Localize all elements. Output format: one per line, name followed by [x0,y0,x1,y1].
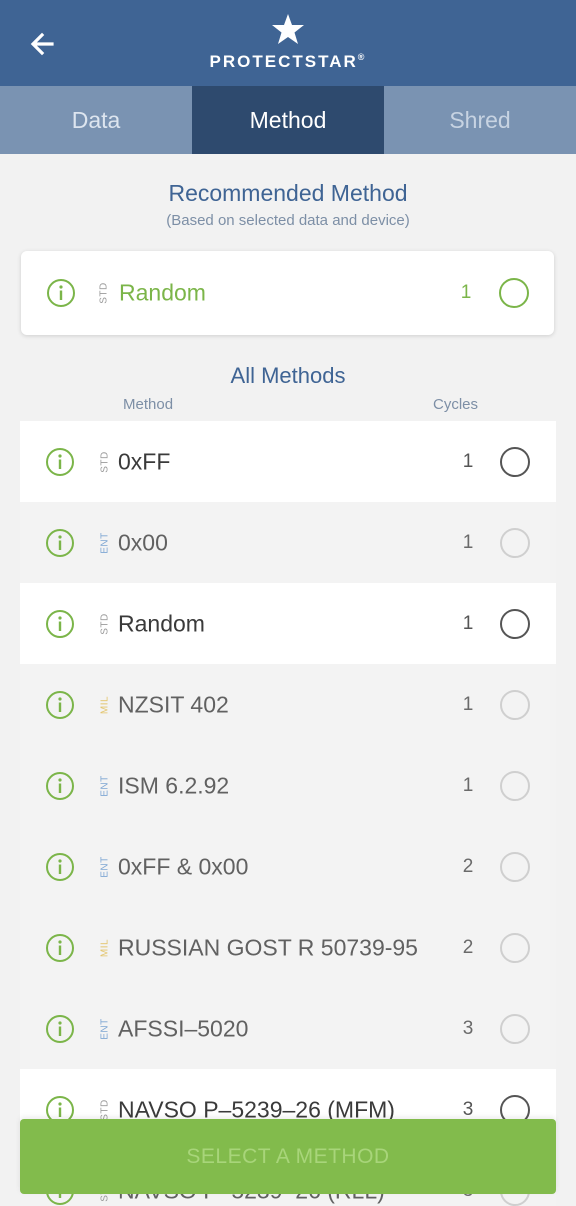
method-name: Random [119,279,206,306]
method-radio[interactable] [500,1013,530,1044]
list-item[interactable]: ENT 0x00 1 [20,502,556,583]
method-cycles: 3 [462,1017,474,1039]
method-cycles: 1 [462,693,474,715]
step-tabs: Data Method Shred [0,86,576,154]
recommended-method-card[interactable]: STD Random 1 [21,251,554,335]
info-icon[interactable] [45,933,75,963]
method-tag: ENT [99,774,111,797]
method-name: Random [118,610,205,636]
info-icon[interactable] [45,609,75,639]
method-name: 0xFF & 0x00 [118,853,249,879]
method-tag: STD [98,282,110,304]
select-method-button[interactable]: SELECT A METHOD [20,1119,556,1194]
list-item[interactable]: STD Random 1 [20,583,556,664]
method-tag: MIL [99,695,111,714]
info-icon[interactable] [45,690,75,720]
app-header: PROTECTSTAR® [0,0,576,86]
method-tag: MIL [99,938,111,957]
method-radio[interactable] [500,446,530,477]
info-icon[interactable] [45,447,75,477]
info-icon[interactable] [46,278,76,308]
method-name: 0x00 [118,529,168,555]
method-radio[interactable] [500,851,530,882]
method-cycles: 1 [462,450,474,472]
method-name: 0xFF [118,448,171,474]
method-cycles: 1 [462,531,474,553]
list-item[interactable]: ENT ISM 6.2.92 1 [20,745,556,826]
recommended-title: Recommended Method [168,180,408,206]
method-radio[interactable] [500,932,530,963]
method-name: ISM 6.2.92 [118,772,230,798]
method-tag: ENT [99,531,111,554]
list-item[interactable]: STD 0xFF 1 [20,421,556,502]
method-cycles: 1 [462,774,474,796]
method-cycles: 2 [462,855,474,877]
method-tag: STD [99,612,111,635]
list-item[interactable]: MIL NZSIT 402 1 [20,664,556,745]
tab-method[interactable]: Method [192,86,384,154]
method-cycles: 3 [462,1098,474,1120]
method-radio[interactable] [499,278,529,308]
all-methods-title: All Methods [230,363,346,388]
tab-data[interactable]: Data [0,86,192,154]
method-tag: ENT [99,1017,111,1040]
star-icon [272,14,304,44]
list-item[interactable]: ENT 0xFF & 0x00 2 [20,826,556,907]
protectstar-logo: PROTECTSTAR® [0,12,576,72]
tab-shred[interactable]: Shred [384,86,576,154]
method-tag: ENT [99,855,111,878]
info-icon[interactable] [45,528,75,558]
method-tag: STD [99,450,111,473]
method-cycles: 1 [462,612,474,634]
method-name: NZSIT 402 [118,691,229,717]
method-radio[interactable] [500,527,530,558]
column-header-cycles: Cycles [433,396,479,413]
list-item[interactable]: MIL RUSSIAN GOST R 50739-95 2 [20,907,556,988]
method-name: AFSSI–5020 [118,1015,249,1041]
methods-list[interactable]: STD 0xFF 1 ENT 0x00 1 STD Random 1 MIL N… [20,421,556,1206]
method-cycles: 2 [462,936,474,958]
method-cycles: 1 [460,282,472,303]
info-icon[interactable] [45,771,75,801]
info-icon[interactable] [45,1014,75,1044]
column-header-method: Method [123,396,174,413]
method-radio[interactable] [500,770,530,801]
method-name: RUSSIAN GOST R 50739-95 [118,934,418,960]
method-radio[interactable] [500,608,530,639]
logo-text: PROTECTSTAR® [209,52,367,71]
list-item[interactable]: ENT AFSSI–5020 3 [20,988,556,1069]
info-icon[interactable] [45,852,75,882]
method-radio[interactable] [500,689,530,720]
recommended-subtitle: (Based on selected data and device) [166,212,410,229]
